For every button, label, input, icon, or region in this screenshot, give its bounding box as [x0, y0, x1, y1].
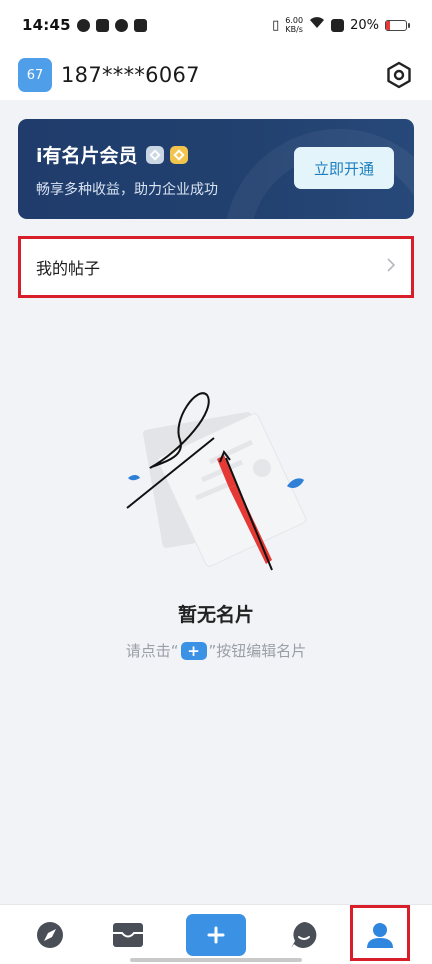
- app-notification-icon: [76, 18, 90, 32]
- chat-bubble-icon: [291, 922, 317, 948]
- nav-messages[interactable]: [274, 905, 334, 964]
- nav-discover[interactable]: [20, 905, 80, 964]
- settings-button[interactable]: [384, 60, 414, 90]
- sim-icon: [331, 18, 345, 32]
- silver-badge-icon: [145, 145, 164, 164]
- empty-card-illustration: [126, 392, 307, 571]
- status-time: 14:45: [22, 16, 71, 34]
- status-bar: 14:45 ▯ 6.00 KB/s 20%: [0, 0, 432, 50]
- avatar[interactable]: 67: [18, 58, 52, 92]
- inline-plus-icon: +: [180, 641, 207, 660]
- inbox-icon: [113, 923, 143, 947]
- tiktok-notification-icon: [133, 18, 147, 32]
- add-card-button[interactable]: [186, 914, 246, 956]
- compass-icon: [37, 922, 63, 948]
- empty-state-hint: 请点击“ + ”按钮编辑名片: [125, 641, 307, 660]
- nav-inbox[interactable]: [98, 905, 158, 964]
- home-indicator: [130, 958, 302, 962]
- wifi-icon: [309, 17, 325, 33]
- member-banner[interactable]: i有名片会员 畅享多种收益，助力企业成功 立即开通: [18, 119, 414, 219]
- member-title: i有名片会员: [36, 145, 138, 167]
- message-notification-icon: [95, 18, 109, 32]
- open-membership-button[interactable]: 立即开通: [294, 147, 394, 189]
- my-posts-label: 我的帖子: [36, 259, 101, 278]
- gear-hexagon-icon: [387, 61, 411, 89]
- profile-header: 67 187****6067: [0, 50, 432, 100]
- battery-text: 20%: [350, 17, 379, 33]
- plus-icon: [207, 926, 225, 944]
- battery-icon: [385, 19, 410, 31]
- member-subtitle: 畅享多种收益，助力企业成功: [36, 182, 218, 198]
- network-speed: 6.00 KB/s: [285, 16, 304, 34]
- my-posts-row[interactable]: 我的帖子: [18, 236, 414, 298]
- chevron-right-icon: [386, 257, 396, 277]
- vibrate-icon: ▯: [272, 17, 280, 33]
- profile-highlight-box: [350, 905, 410, 961]
- fan-notification-icon: [114, 18, 128, 32]
- empty-state-title: 暂无名片: [177, 604, 254, 626]
- user-phone: 187****6067: [61, 63, 200, 87]
- gold-badge-icon: [169, 145, 188, 164]
